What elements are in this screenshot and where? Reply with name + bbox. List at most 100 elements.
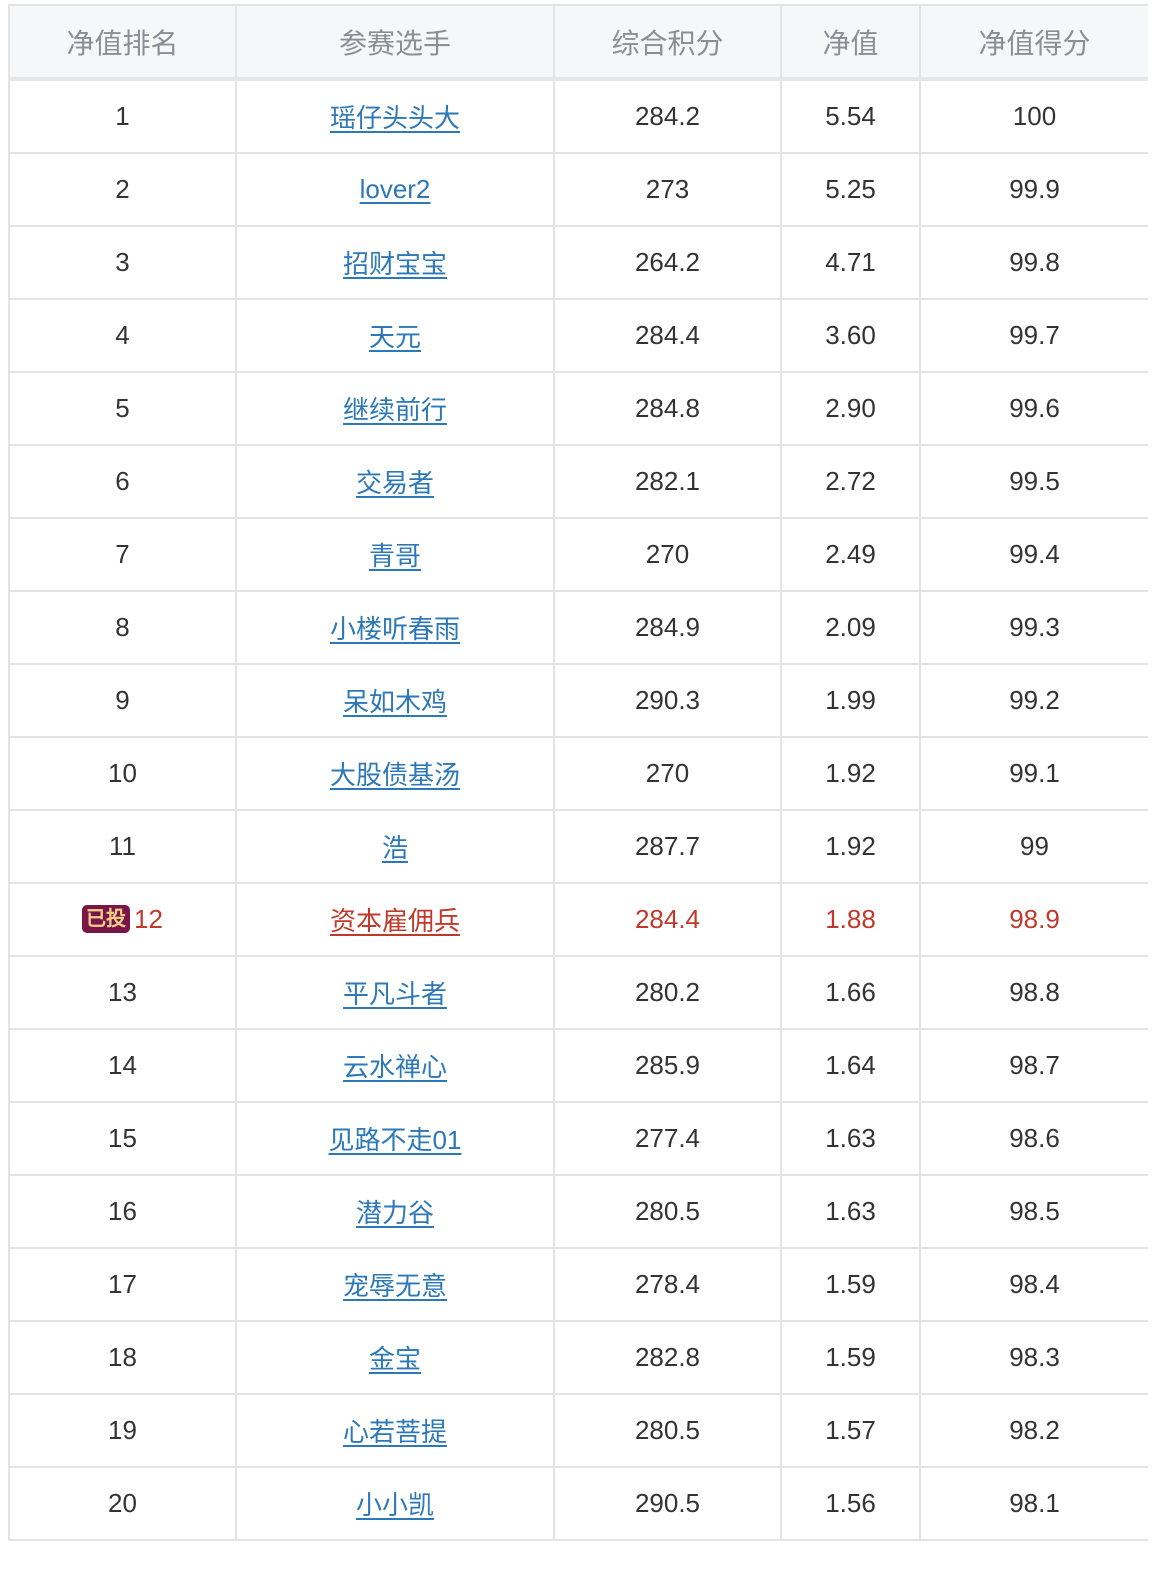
table-row: 13 平凡斗者 280.2 1.66 98.8 <box>8 955 1150 1030</box>
player-link[interactable]: 潜力谷 <box>356 1198 434 1228</box>
rank-cell: 13 <box>8 955 237 1030</box>
player-cell: 青哥 <box>235 517 555 592</box>
table-row: 1 瑶仔头头大 284.2 5.54 100 <box>8 78 1150 154</box>
rank-cell: 18 <box>8 1320 237 1395</box>
rank-cell: 10 <box>8 736 237 811</box>
player-link[interactable]: 浩 <box>382 833 408 863</box>
rank-cell: 1 <box>8 78 237 154</box>
rank-value: 13 <box>108 977 137 1007</box>
rank-value: 10 <box>108 758 137 788</box>
rank-cell: 17 <box>8 1247 237 1322</box>
nav-score-cell: 98.5 <box>919 1174 1150 1249</box>
score-cell: 282.8 <box>553 1320 782 1395</box>
player-link[interactable]: lover2 <box>360 174 431 204</box>
header-score: 综合积分 <box>553 4 782 81</box>
rank-cell: 14 <box>8 1028 237 1103</box>
player-cell: 招财宝宝 <box>235 225 555 300</box>
nav-score-cell: 98.2 <box>919 1393 1150 1468</box>
score-cell: 270 <box>553 517 782 592</box>
player-cell: 天元 <box>235 298 555 373</box>
nav-score-cell: 99.3 <box>919 590 1150 665</box>
player-link[interactable]: 天元 <box>369 322 421 352</box>
header-rank: 净值排名 <box>8 4 237 81</box>
nav-cell: 1.88 <box>780 882 921 957</box>
nav-cell: 1.59 <box>780 1247 921 1322</box>
player-cell: 小小凯 <box>235 1466 555 1541</box>
table-row: 10 大股债基汤 270 1.92 99.1 <box>8 736 1150 811</box>
voted-badge: 已投 <box>82 905 131 933</box>
score-cell: 264.2 <box>553 225 782 300</box>
nav-score-cell: 98.6 <box>919 1101 1150 1176</box>
table-row: 15 见路不走01 277.4 1.63 98.6 <box>8 1101 1150 1176</box>
player-link[interactable]: 心若菩提 <box>343 1417 447 1447</box>
rank-cell: 已投 12 <box>8 882 237 957</box>
score-cell: 285.9 <box>553 1028 782 1103</box>
player-link[interactable]: 瑶仔头头大 <box>330 103 460 133</box>
player-link[interactable]: 交易者 <box>356 468 434 498</box>
player-cell: 继续前行 <box>235 371 555 446</box>
ranking-table: 净值排名 参赛选手 综合积分 净值 净值得分 1 瑶仔头头大 284.2 5.54 10… <box>8 4 1150 1541</box>
player-link[interactable]: 平凡斗者 <box>343 979 447 1009</box>
table-row: 7 青哥 270 2.49 99.4 <box>8 517 1150 592</box>
score-cell: 273 <box>553 152 782 227</box>
player-link[interactable]: 小楼听春雨 <box>330 614 460 644</box>
player-link[interactable]: 招财宝宝 <box>343 249 447 279</box>
score-cell: 284.2 <box>553 78 782 154</box>
nav-score-cell: 98.9 <box>919 882 1150 957</box>
rank-value: 6 <box>115 466 130 496</box>
rank-cell: 5 <box>8 371 237 446</box>
page-edge <box>1148 4 1172 1588</box>
score-cell: 284.4 <box>553 298 782 373</box>
player-cell: 平凡斗者 <box>235 955 555 1030</box>
score-cell: 284.8 <box>553 371 782 446</box>
rank-value: 14 <box>108 1050 137 1080</box>
rank-value: 20 <box>108 1488 137 1518</box>
nav-cell: 1.63 <box>780 1174 921 1249</box>
nav-cell: 5.25 <box>780 152 921 227</box>
rank-value: 3 <box>115 247 130 277</box>
player-link[interactable]: 宠辱无意 <box>343 1271 447 1301</box>
player-cell: 交易者 <box>235 444 555 519</box>
player-cell: 金宝 <box>235 1320 555 1395</box>
nav-score-cell: 99.7 <box>919 298 1150 373</box>
nav-cell: 1.99 <box>780 663 921 738</box>
rank-value: 8 <box>115 612 130 642</box>
nav-cell: 1.66 <box>780 955 921 1030</box>
player-link[interactable]: 见路不走01 <box>329 1125 462 1155</box>
nav-score-cell: 98.1 <box>919 1466 1150 1541</box>
nav-cell: 2.09 <box>780 590 921 665</box>
rank-value: 4 <box>115 320 130 350</box>
player-link[interactable]: 资本雇佣兵 <box>330 906 460 936</box>
nav-cell: 1.92 <box>780 736 921 811</box>
player-cell: 宠辱无意 <box>235 1247 555 1322</box>
nav-score-cell: 98.4 <box>919 1247 1150 1322</box>
rank-value: 9 <box>115 685 130 715</box>
rank-cell: 4 <box>8 298 237 373</box>
nav-score-cell: 98.7 <box>919 1028 1150 1103</box>
table-row: 2 lover2 273 5.25 99.9 <box>8 152 1150 227</box>
nav-score-cell: 99 <box>919 809 1150 884</box>
player-link[interactable]: 小小凯 <box>356 1490 434 1520</box>
score-cell: 277.4 <box>553 1101 782 1176</box>
rank-cell: 11 <box>8 809 237 884</box>
nav-cell: 1.59 <box>780 1320 921 1395</box>
header-player: 参赛选手 <box>235 4 555 81</box>
nav-cell: 4.71 <box>780 225 921 300</box>
nav-score-cell: 98.8 <box>919 955 1150 1030</box>
player-link[interactable]: 云水禅心 <box>343 1052 447 1082</box>
nav-cell: 1.57 <box>780 1393 921 1468</box>
player-link[interactable]: 青哥 <box>369 541 421 571</box>
table-row: 19 心若菩提 280.5 1.57 98.2 <box>8 1393 1150 1468</box>
rank-value: 5 <box>115 393 130 423</box>
rank-value: 11 <box>109 831 136 861</box>
player-link[interactable]: 金宝 <box>369 1344 421 1374</box>
player-link[interactable]: 呆如木鸡 <box>343 687 447 717</box>
rank-cell: 15 <box>8 1101 237 1176</box>
nav-cell: 2.49 <box>780 517 921 592</box>
rank-cell: 8 <box>8 590 237 665</box>
nav-cell: 3.60 <box>780 298 921 373</box>
player-cell: 云水禅心 <box>235 1028 555 1103</box>
player-link[interactable]: 大股债基汤 <box>330 760 460 790</box>
player-cell: 心若菩提 <box>235 1393 555 1468</box>
player-link[interactable]: 继续前行 <box>343 395 447 425</box>
